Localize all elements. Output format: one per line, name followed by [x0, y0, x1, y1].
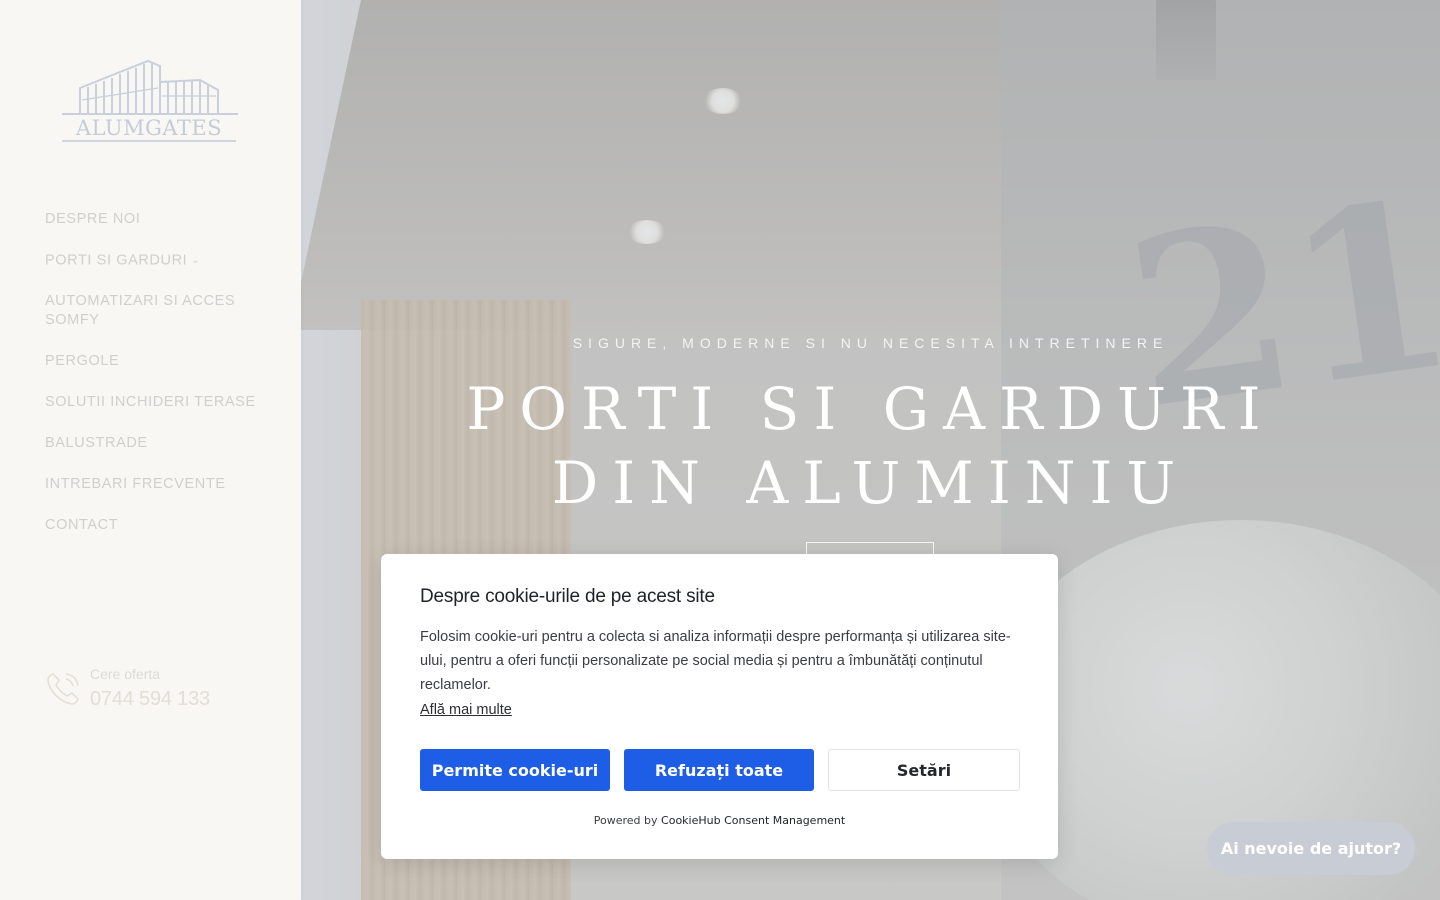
allow-cookies-button[interactable]: Permite cookie-uri	[420, 749, 610, 791]
nav-item-despre-noi[interactable]: DESPRE NOI	[45, 210, 275, 229]
powered-by: Powered by CookieHub Consent Management	[381, 814, 1058, 827]
logo-building-icon	[62, 59, 238, 115]
cookie-dialog: Despre cookie-urile de pe acest site Fol…	[381, 554, 1058, 859]
contact-label: Cere oferta	[90, 666, 161, 682]
main-nav: DESPRE NOI PORTI SI GARDURI ⌄ AUTOMATIZAR…	[45, 210, 275, 557]
nav-item-label: BALUSTRADE	[45, 435, 148, 452]
cookie-text: Folosim cookie-uri pentru a colecta si a…	[420, 629, 1011, 693]
nav-item-label: PERGOLE	[45, 353, 120, 370]
contact-block[interactable]: Cere oferta 0744 594 133	[45, 664, 265, 724]
powered-brand-link[interactable]: CookieHub Consent Management	[661, 814, 845, 827]
logo[interactable]: ALUMGATES	[60, 58, 240, 150]
nav-item-label: CONTACT	[45, 517, 119, 534]
phone-icon	[47, 673, 79, 705]
help-chat-button[interactable]: Ai nevoie de ajutor?	[1207, 822, 1415, 875]
nav-item-label: AUTOMATIZARI SI ACCES SOMFY	[45, 293, 236, 329]
powered-prefix: Powered by	[593, 814, 658, 827]
cookie-title: Despre cookie-urile de pe acest site	[420, 586, 715, 607]
nav-item-label: SOLUTII INCHIDERI TERASE	[45, 394, 256, 411]
hero-title-line1: PORTI SI GARDURI	[466, 375, 1275, 443]
nav-item-pergole[interactable]: PERGOLE	[45, 352, 275, 371]
nav-item-label: PORTI SI GARDURI	[45, 252, 188, 269]
nav-item-porti-si-garduri[interactable]: PORTI SI GARDURI ⌄	[45, 251, 275, 270]
nav-item-contact[interactable]: CONTACT	[45, 516, 275, 535]
hero-title-line2: DIN ALUMINIU	[551, 449, 1190, 517]
nav-item-automatizari[interactable]: AUTOMATIZARI SI ACCES SOMFY	[45, 292, 275, 330]
nav-item-intrebari-frecvente[interactable]: INTREBARI FRECVENTE	[45, 475, 275, 494]
cookie-settings-button[interactable]: Setări	[828, 749, 1020, 791]
learn-more-link[interactable]: Află mai multe	[420, 702, 512, 718]
sidebar: ALUMGATES DESPRE NOI PORTI SI GARDURI ⌄ A…	[0, 0, 301, 900]
chevron-down-icon: ⌄	[191, 255, 201, 266]
hero-title: PORTI SI GARDURI DIN ALUMINIU	[301, 372, 1440, 520]
nav-item-label: DESPRE NOI	[45, 211, 141, 227]
refuse-all-button[interactable]: Refuzați toate	[624, 749, 814, 791]
hero-tagline: SIGURE, MODERNE SI NU NECESITA INTRETINE…	[572, 335, 1169, 351]
nav-item-label: INTREBARI FRECVENTE	[45, 476, 226, 493]
contact-phone[interactable]: 0744 594 133	[90, 688, 210, 711]
nav-item-balustrade[interactable]: BALUSTRADE	[45, 434, 275, 453]
logo-text: ALUMGATES	[62, 116, 236, 142]
nav-item-solutii-inchideri-terase[interactable]: SOLUTII INCHIDERI TERASE	[45, 393, 275, 412]
